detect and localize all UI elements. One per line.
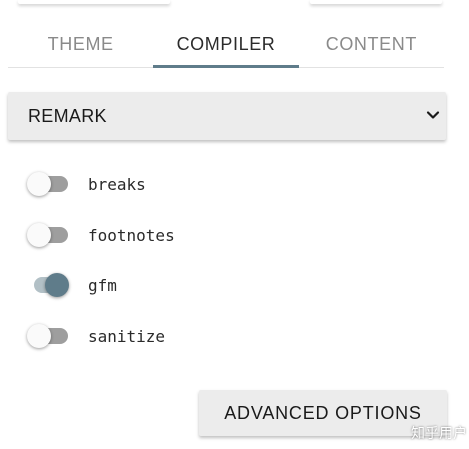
compiler-select[interactable]: REMARK (8, 92, 446, 140)
option-footnotes: footnotes (26, 222, 175, 248)
tab-theme[interactable]: THEME (8, 22, 153, 67)
option-gfm: gfm (26, 272, 117, 298)
option-sanitize: sanitize (26, 323, 165, 349)
compiler-select-value: REMARK (28, 105, 107, 126)
gfm-label: gfm (88, 275, 117, 295)
cropped-top-element-right (310, 0, 442, 4)
toggle-thumb[interactable] (27, 223, 51, 247)
gfm-toggle[interactable] (26, 272, 70, 298)
settings-tabs: THEME COMPILER CONTENT (8, 22, 444, 68)
sanitize-toggle[interactable] (26, 323, 70, 349)
tab-compiler[interactable]: COMPILER (153, 22, 299, 68)
sanitize-label: sanitize (88, 326, 166, 346)
option-breaks: breaks (26, 171, 146, 197)
advanced-options-button[interactable]: ADVANCED OPTIONS (199, 390, 447, 436)
footnotes-toggle[interactable] (26, 222, 70, 248)
breaks-label: breaks (88, 174, 146, 194)
toggle-thumb[interactable] (27, 324, 51, 348)
footnotes-label: footnotes (88, 225, 175, 245)
breaks-toggle[interactable] (26, 171, 70, 197)
cropped-top-element-left (18, 0, 170, 4)
chevron-down-icon (426, 111, 440, 119)
toggle-thumb[interactable] (27, 172, 51, 196)
toggle-thumb[interactable] (45, 273, 69, 297)
compiler-settings-panel: THEME COMPILER CONTENT REMARK breaks foo… (0, 0, 469, 449)
tab-content[interactable]: CONTENT (299, 22, 444, 67)
